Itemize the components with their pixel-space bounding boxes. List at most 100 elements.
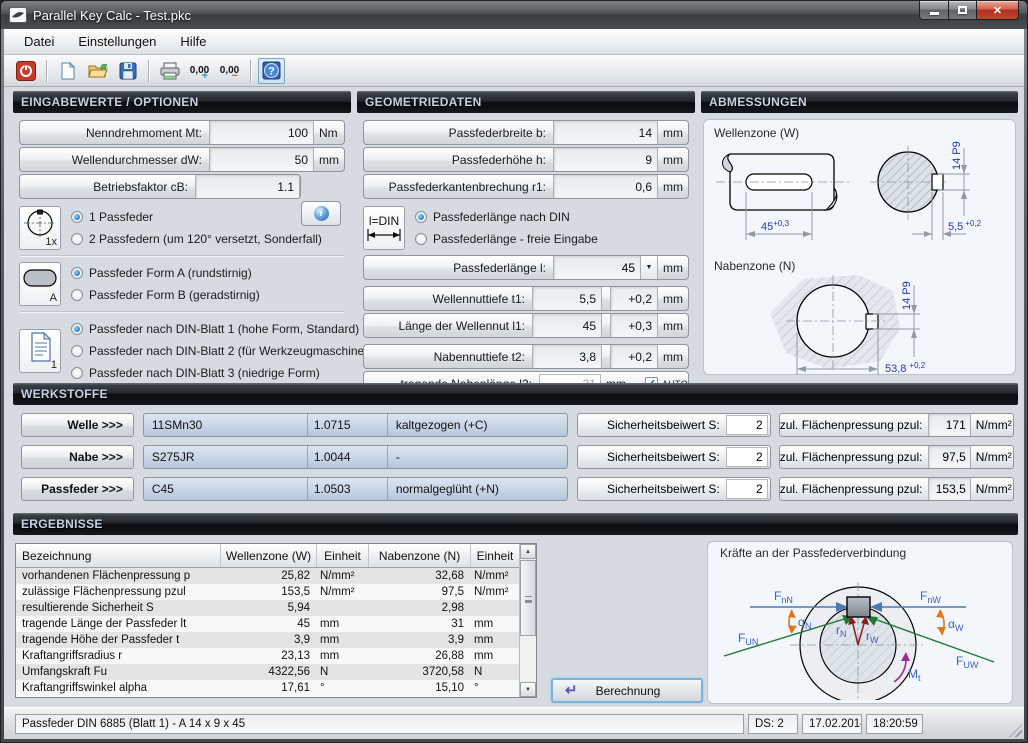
werkstoff-row-nabe: Nabe >>> S275JR 1.0044 - Sicherheitsbeiw…	[21, 445, 1014, 469]
close-button[interactable]: ✕	[977, 1, 1019, 20]
nenndrehmoment-label: Nenndrehmoment Mt:	[20, 126, 209, 140]
new-document-icon	[59, 62, 77, 80]
menu-einstellungen[interactable]: Einstellungen	[66, 30, 168, 53]
welle-material-button[interactable]: Welle >>>	[21, 413, 134, 437]
wellendurchmesser-input[interactable]: 50	[209, 148, 314, 171]
client-area: Datei Einstellungen Hilfe	[4, 29, 1024, 739]
table-row[interactable]: Kraftangriffsradius r23,13mm26,88mm	[16, 648, 519, 664]
table-row[interactable]: zulässige Flächenpressung pzul153,5N/mm²…	[16, 584, 519, 600]
berechnung-button[interactable]: ↵ Berechnung	[551, 678, 703, 703]
passfederbreite-input[interactable]: 14	[553, 121, 658, 144]
table-row[interactable]: vorhandenen Flächenpressung p25,82N/mm²3…	[16, 568, 519, 584]
table-row[interactable]: Umfangskraft Fu4322,56N3720,58N	[16, 664, 519, 680]
svg-text:αW: αW	[948, 617, 964, 633]
welle-sicherheit-input[interactable]: 2	[726, 415, 768, 435]
field-nenndrehmoment: Nenndrehmoment Mt: 100 Nm	[19, 120, 345, 145]
svg-text:Mt: Mt	[908, 667, 921, 683]
radio-din-blatt-1[interactable]: Passfeder nach DIN-Blatt 1 (hohe Form, S…	[71, 318, 375, 340]
status-ds: DS: 2	[748, 714, 798, 734]
svg-text:?: ?	[268, 66, 275, 78]
svg-text:FnN: FnN	[774, 589, 793, 605]
scrollbar-thumb[interactable]	[520, 560, 536, 636]
statusbar: Passfeder DIN 6885 (Blatt 1) - A 14 x 9 …	[4, 707, 1024, 739]
passfeder-material-button[interactable]: Passfeder >>>	[21, 477, 134, 501]
svg-text:45+0,3: 45+0,3	[761, 219, 790, 233]
decimal-increase-button[interactable]: 0,00 +	[186, 58, 213, 84]
resize-grip[interactable]	[1009, 724, 1022, 737]
radio-icon	[415, 211, 427, 223]
passfeder-sicherheit-field: Sicherheitsbeiwert S: 2	[577, 477, 771, 501]
results-table: Bezeichnung Wellenzone (W) Einheit Naben…	[15, 543, 537, 698]
betriebsfaktor-label: Betriebsfaktor cB:	[20, 180, 195, 194]
wellenzone-label: Wellenzone (W)	[708, 124, 1011, 140]
radio-form-a[interactable]: Passfeder Form A (rundstirnig)	[71, 262, 345, 284]
new-file-button[interactable]	[54, 58, 81, 84]
panel-ergebnisse: ERGEBNISSE Bezeichnung Wellenzone (W) Ei…	[13, 513, 1018, 709]
table-row[interactable]: Kraftangriffswinkel alpha17,61°15,10°	[16, 680, 519, 696]
nabennuttiefe-input[interactable]: 3,8	[532, 345, 602, 368]
welle-pressung-field: zul. Flächenpressung pzul: 171 N/mm²	[779, 413, 1014, 437]
nabe-material-button[interactable]: Nabe >>>	[21, 445, 134, 469]
nenndrehmoment-input[interactable]: 100	[209, 121, 314, 144]
nabenzone-drawing: 14 P9 53,8+0,2	[708, 273, 1006, 379]
decimal-decrease-button[interactable]: 0,00 −	[216, 58, 243, 84]
panel-werkstoffe-header: WERKSTOFFE	[13, 383, 1018, 405]
toolbar-separator	[148, 60, 149, 82]
betriebsfaktor-input[interactable]: 1.1	[195, 175, 300, 198]
maximize-button[interactable]	[949, 1, 977, 20]
passfederhoehe-input[interactable]: 9	[553, 148, 658, 171]
app-icon	[9, 7, 27, 23]
save-button[interactable]	[114, 58, 141, 84]
field-wellennutlaenge: Länge der Wellennut l1: 45 +0,3 mm	[363, 313, 689, 338]
open-folder-icon	[88, 62, 108, 80]
radio-laenge-din[interactable]: Passfederlänge nach DIN	[415, 206, 689, 228]
radio-din-blatt-3[interactable]: Passfeder nach DIN-Blatt 3 (niedrige For…	[71, 362, 375, 384]
scroll-down-icon[interactable]: ▼	[520, 682, 536, 697]
open-file-button[interactable]	[84, 58, 111, 84]
menu-hilfe[interactable]: Hilfe	[168, 30, 218, 53]
save-icon	[119, 62, 137, 80]
app-window: Parallel Key Calc - Test.pkc ✕ Datei Ein…	[0, 0, 1028, 743]
passfeder-form-icon: A	[19, 262, 61, 306]
table-scrollbar[interactable]: ▲ ▼	[519, 544, 536, 697]
nabe-sicherheit-input[interactable]: 2	[726, 447, 768, 467]
wellennuttiefe-input[interactable]: 5,5	[532, 287, 602, 310]
table-row[interactable]: tragende Höhe der Passfeder t3,9mm3,9mm	[16, 632, 519, 648]
results-table-header: Bezeichnung Wellenzone (W) Einheit Naben…	[16, 544, 519, 568]
radio-din-blatt-2[interactable]: Passfeder nach DIN-Blatt 2 (für Werkzeug…	[71, 340, 375, 362]
radio-icon	[71, 323, 83, 335]
wellendurchmesser-label: Wellendurchmesser dW:	[20, 153, 209, 167]
radio-icon	[71, 233, 83, 245]
print-icon	[160, 62, 180, 80]
nabe-sicherheit-field: Sicherheitsbeiwert S: 2	[577, 445, 771, 469]
titlebar[interactable]: Parallel Key Calc - Test.pkc ✕	[1, 1, 1027, 29]
radio-laenge-frei[interactable]: Passfederlänge - freie Eingabe	[415, 228, 689, 250]
passfeder-pressung-field: zul. Flächenpressung pzul: 153,5 N/mm²	[779, 477, 1014, 501]
chevron-down-icon[interactable]: ▼	[640, 256, 657, 279]
betriebsfaktor-info-button[interactable]: i	[301, 201, 341, 226]
table-row[interactable]: resultierende Sicherheit S5,942,98	[16, 600, 519, 616]
minimize-button[interactable]	[919, 1, 949, 20]
panel-ergebnisse-header: ERGEBNISSE	[13, 513, 1018, 535]
scroll-up-icon[interactable]: ▲	[520, 544, 536, 559]
table-row[interactable]: tragende Länge der Passfeder lt45mm31mm	[16, 616, 519, 632]
anzahl-passfedern-icon: 1x	[19, 206, 61, 250]
abmessungen-drawing-area: Wellenzone (W)	[703, 119, 1016, 375]
radio-2-passfedern[interactable]: 2 Passfedern (um 120° versetzt, Sonderfa…	[71, 228, 345, 250]
panel-geometriedaten-header: GEOMETRIEDATEN	[357, 91, 695, 113]
print-button[interactable]	[156, 58, 183, 84]
radio-icon	[71, 267, 83, 279]
passfederlaenge-combobox[interactable]: 45 ▼	[553, 256, 658, 279]
radio-form-b[interactable]: Passfeder Form B (geradstirnig)	[71, 284, 345, 306]
exit-button[interactable]	[12, 58, 39, 84]
passfeder-sicherheit-input[interactable]: 2	[726, 479, 768, 499]
nabe-material-display: S275JR 1.0044 -	[143, 445, 568, 469]
field-passfederlaenge: Passfederlänge l: 45 ▼ mm	[363, 255, 689, 280]
kantenbrechung-input[interactable]: 0,6	[553, 175, 658, 198]
help-button[interactable]: ?	[258, 58, 285, 84]
wellennutlaenge-input[interactable]: 45	[532, 314, 602, 337]
wellendurchmesser-unit: mm	[314, 153, 344, 167]
power-icon	[16, 61, 36, 81]
menu-datei[interactable]: Datei	[12, 30, 66, 53]
toolbar-separator	[250, 60, 251, 82]
